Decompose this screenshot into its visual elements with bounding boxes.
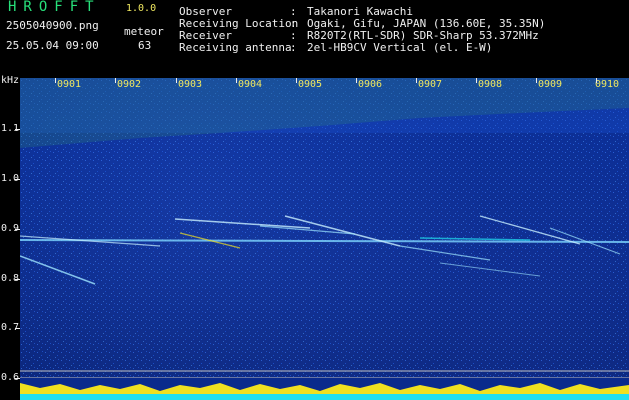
antenna-label: Receiving antenna	[179, 41, 292, 54]
app-logo: HROFFT	[8, 0, 101, 15]
x-tick-mark	[176, 78, 177, 83]
x-tick-label: 0903	[178, 79, 203, 90]
x-tick-mark	[536, 78, 537, 83]
x-tick-label: 0907	[418, 79, 443, 90]
meteor-count: 63	[138, 39, 152, 52]
x-tick-mark	[236, 78, 237, 83]
x-tick-mark	[115, 78, 116, 83]
x-tick-label: 0908	[478, 79, 503, 90]
x-tick-label: 0901	[57, 79, 82, 90]
x-tick-mark	[596, 78, 597, 83]
spectrogram	[20, 78, 629, 400]
cyan-baseline	[20, 394, 629, 400]
x-tick-mark	[356, 78, 357, 83]
meteor-label: meteor	[124, 25, 164, 38]
x-tick-label: 0910	[595, 79, 620, 90]
x-tick-label: 0906	[358, 79, 383, 90]
axis-unit: kHz	[1, 75, 20, 86]
date-time: 25.05.04 09:00	[6, 39, 99, 52]
x-tick-mark	[55, 78, 56, 83]
antenna-value: 2el-HB9CV Vertical (el. E-W)	[307, 41, 493, 54]
app-version: 1.0.0	[126, 3, 157, 14]
x-tick-mark	[476, 78, 477, 83]
x-tick-label: 0904	[238, 79, 263, 90]
x-tick-label: 0909	[538, 79, 563, 90]
x-tick-mark	[416, 78, 417, 83]
x-tick-mark	[296, 78, 297, 83]
x-tick-label: 0902	[117, 79, 142, 90]
x-tick-label: 0905	[298, 79, 323, 90]
file-name: 2505040900.png	[6, 19, 99, 32]
antenna-colon: :	[290, 41, 297, 54]
spectrogram-canvas	[20, 78, 629, 400]
